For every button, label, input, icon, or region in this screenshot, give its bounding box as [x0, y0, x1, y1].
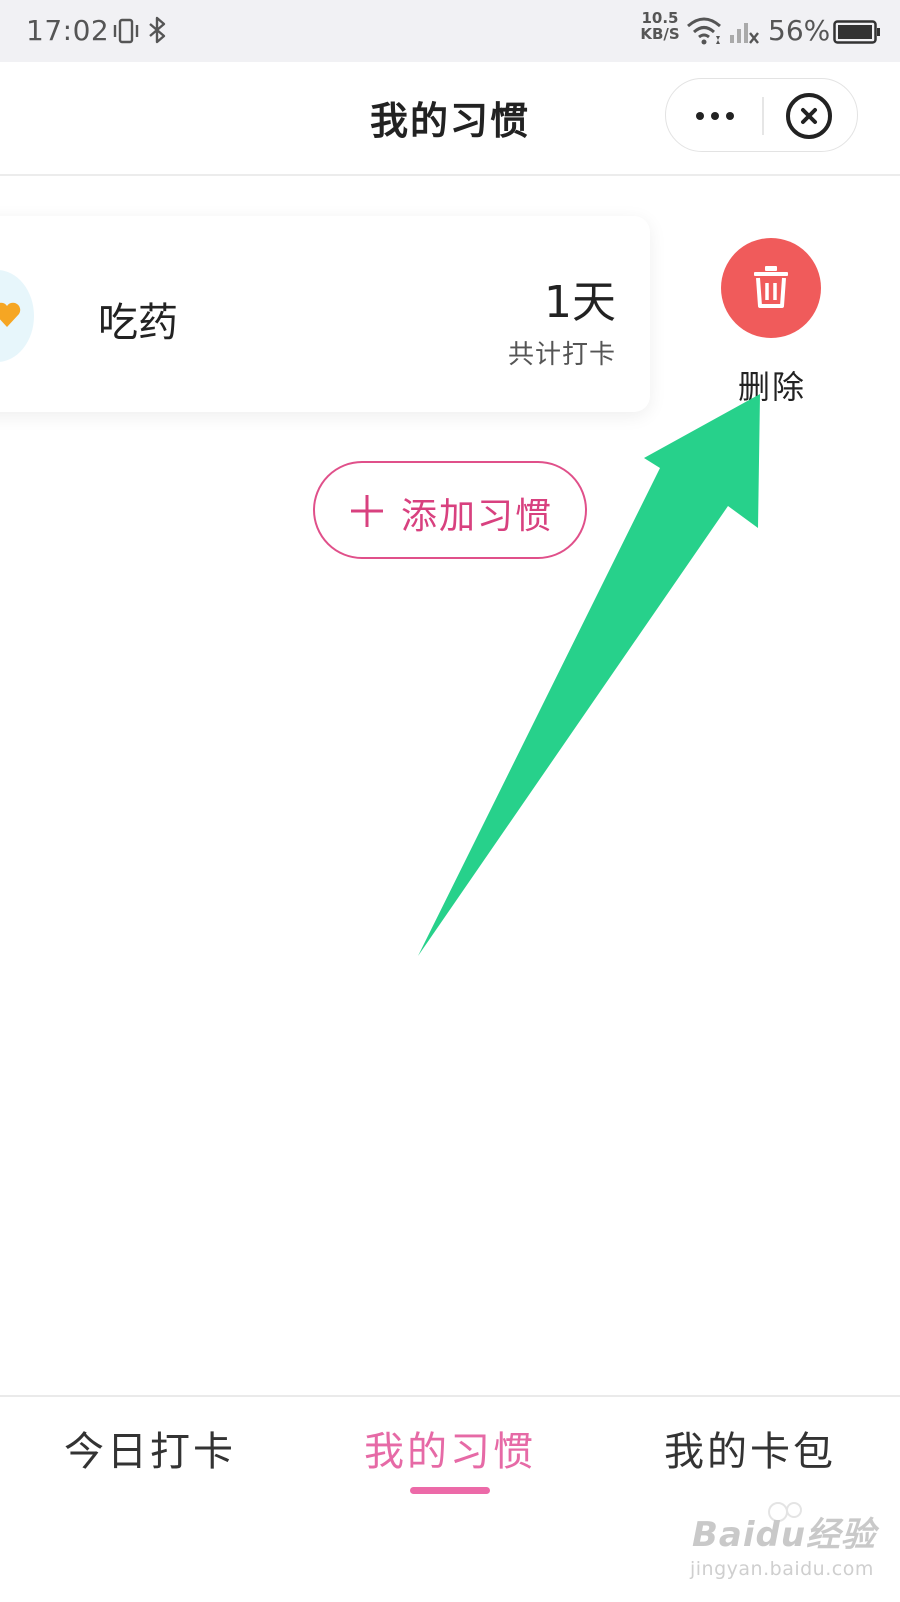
battery-icon — [833, 20, 880, 44]
trash-icon — [754, 266, 788, 308]
annotation-arrow — [418, 394, 760, 956]
watermark-url: jingyan.baidu.com — [690, 1558, 874, 1580]
tab-my-habits[interactable]: 我的习惯 — [330, 1419, 570, 1477]
heart-icon — [0, 302, 21, 327]
status-time: 17:02 — [26, 14, 110, 47]
battery-percent: 56% — [768, 14, 831, 47]
active-tab-indicator — [410, 1487, 490, 1494]
network-speed-value: 10.5 — [641, 9, 679, 27]
network-speed: 10.5 KB/S — [640, 10, 680, 42]
plus-icon — [351, 495, 383, 527]
wifi-icon — [687, 17, 721, 45]
close-circle-icon[interactable] — [784, 91, 834, 141]
delete-button[interactable] — [721, 238, 821, 338]
status-bar: 17:02 10.5 KB/S 56% — [0, 0, 900, 62]
mini-program-capsule — [665, 78, 858, 152]
watermark-brand: Baidu经验 — [692, 1515, 877, 1555]
tab-today-checkin[interactable]: 今日打卡 — [30, 1419, 270, 1477]
habit-name: 吃药 — [98, 300, 178, 346]
habit-total-days: 1天 — [544, 277, 616, 328]
network-speed-unit: KB/S — [640, 25, 680, 43]
habit-icon — [0, 270, 34, 362]
nav-bar: 我的习惯 — [0, 62, 900, 176]
tab-my-cards[interactable]: 我的卡包 — [630, 1419, 870, 1477]
capsule-divider — [762, 97, 764, 135]
bluetooth-icon — [149, 16, 166, 44]
vibrate-icon — [113, 18, 139, 44]
habit-total-label: 共计打卡 — [507, 340, 616, 370]
signal-icon — [730, 23, 759, 44]
more-dots-icon[interactable] — [688, 103, 742, 129]
